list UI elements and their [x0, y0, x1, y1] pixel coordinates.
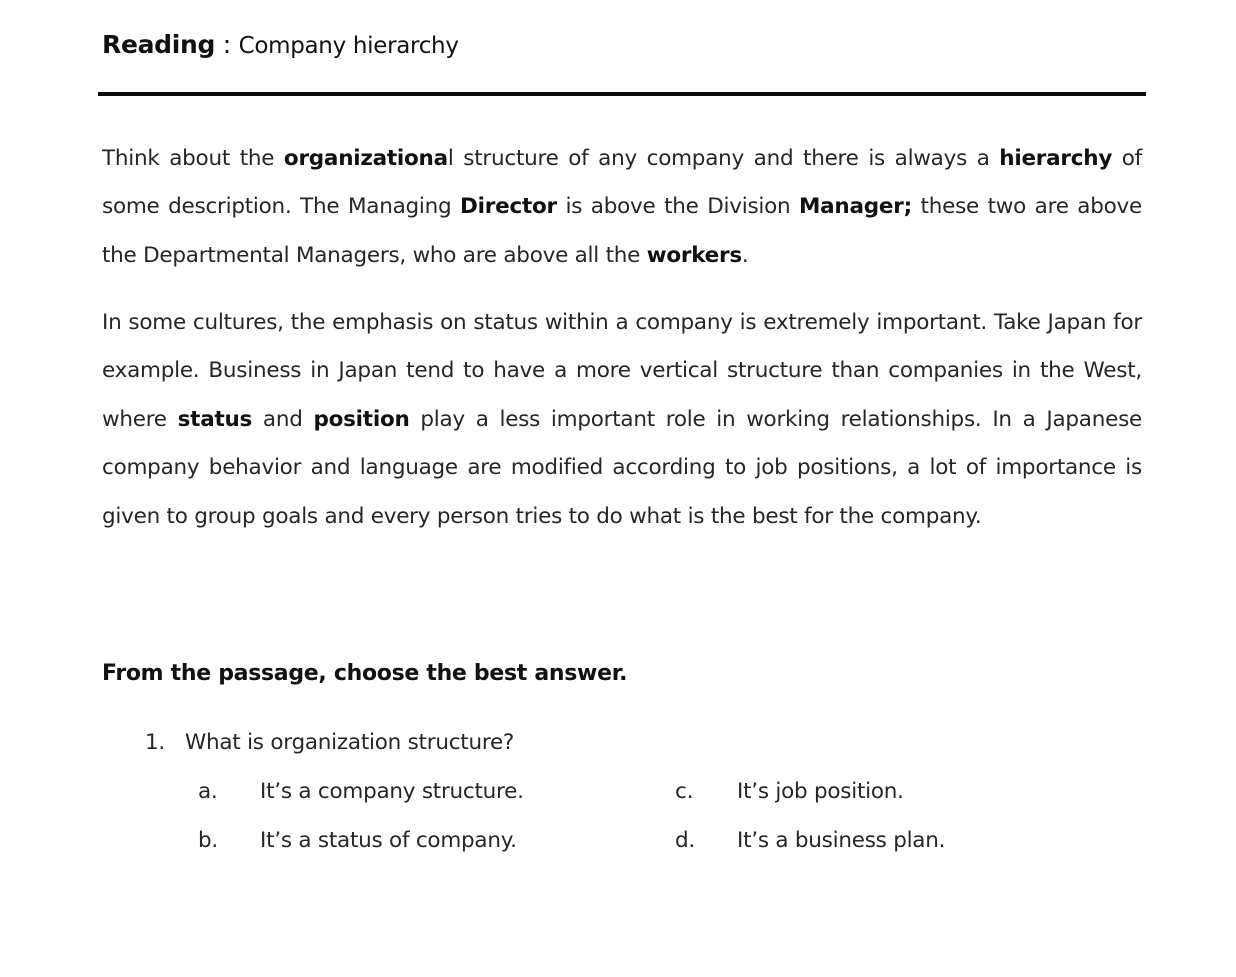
answer-choice-a[interactable]: a. It’s a company structure.	[198, 779, 524, 804]
passage-text: and	[252, 406, 314, 432]
choice-letter: b.	[198, 828, 218, 853]
answer-choice-c[interactable]: c. It’s job position.	[675, 779, 904, 804]
question-text: What is organization structure?	[185, 730, 515, 755]
choice-text: It’s a business plan.	[737, 828, 946, 853]
choice-letter: c.	[675, 779, 694, 804]
page-title: Reading : Company hierarchy	[102, 30, 459, 59]
choice-letter: a.	[198, 779, 218, 804]
passage-paragraph: In some cultures, the emphasis on status…	[102, 299, 1142, 542]
worksheet-page: Reading : Company hierarchy Think about …	[0, 0, 1236, 977]
answer-choice-b[interactable]: b. It’s a status of company.	[198, 828, 517, 853]
title-divider	[98, 92, 1146, 96]
title-separator: :	[215, 30, 239, 59]
answer-choice-d[interactable]: d. It’s a business plan.	[675, 828, 945, 853]
passage-text: is above the Division	[556, 194, 800, 219]
passage-text: .	[741, 242, 749, 268]
question-number: 1.	[145, 730, 166, 755]
choice-text: It’s a company structure.	[260, 779, 524, 804]
choice-text: It’s a status of company.	[260, 828, 517, 853]
emphasized-term: workers	[646, 242, 742, 268]
exercise-instruction: From the passage, choose the best answer…	[102, 661, 628, 686]
title-label: Reading	[102, 30, 216, 59]
emphasized-term: Manager;	[799, 194, 912, 219]
emphasized-term: Director	[460, 194, 557, 219]
emphasized-term: organizationa	[283, 145, 448, 171]
emphasized-term: status	[177, 406, 253, 432]
choice-text: It’s job position.	[737, 779, 904, 804]
title-topic: Company hierarchy	[238, 33, 459, 59]
passage-paragraph: Think about the organizational structure…	[102, 135, 1142, 281]
passage-text: Think about the	[102, 145, 284, 171]
question-item: 1. What is organization structure?	[145, 730, 514, 755]
choice-letter: d.	[675, 828, 695, 853]
emphasized-term: position	[313, 406, 410, 432]
passage-text: l structure of any company and there is …	[447, 145, 1000, 171]
emphasized-term: hierarchy	[999, 145, 1113, 171]
